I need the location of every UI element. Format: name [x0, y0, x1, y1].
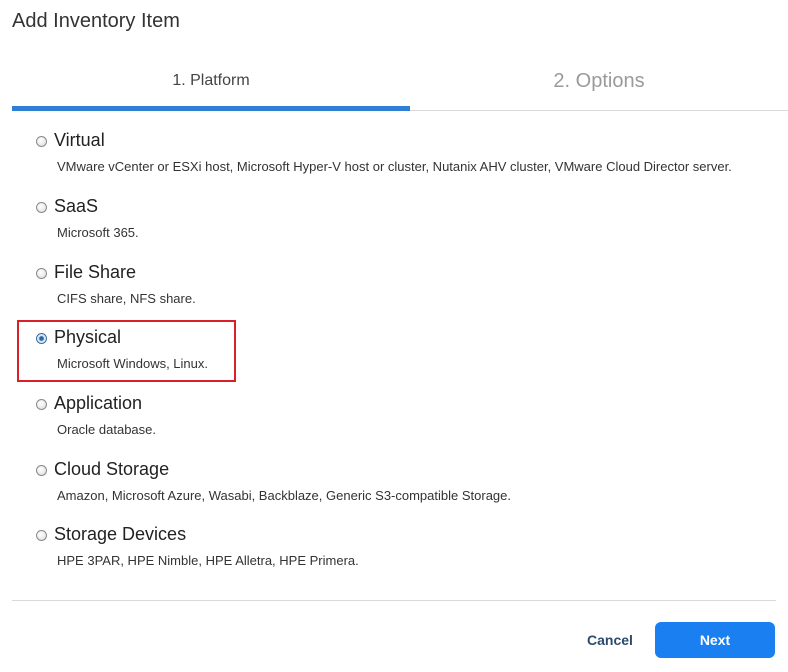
radio-storage-devices[interactable] — [36, 530, 47, 541]
next-button[interactable]: Next — [655, 622, 775, 658]
option-application[interactable]: Application Oracle database. — [36, 393, 788, 453]
radio-file-share[interactable] — [36, 268, 47, 279]
radio-saas[interactable] — [36, 202, 47, 213]
active-tab-indicator — [12, 106, 410, 111]
option-label: SaaS — [54, 196, 99, 216]
dialog-title: Add Inventory Item — [12, 10, 180, 32]
wizard-tabs: 1. Platform 2. Options — [12, 58, 788, 111]
option-label: File Share — [54, 262, 137, 282]
tab-platform[interactable]: 1. Platform — [12, 58, 410, 104]
option-label: Application — [54, 393, 143, 413]
selection-highlight-box — [17, 320, 236, 382]
option-label: Virtual — [54, 130, 105, 150]
radio-cloud-storage[interactable] — [36, 465, 47, 476]
tab-options[interactable]: 2. Options — [410, 58, 788, 104]
radio-virtual[interactable] — [36, 136, 47, 147]
option-description: HPE 3PAR, HPE Nimble, HPE Alletra, HPE P… — [57, 553, 359, 568]
option-description: Microsoft 365. — [57, 225, 139, 240]
option-virtual[interactable]: Virtual VMware vCenter or ESXi host, Mic… — [36, 130, 788, 190]
footer-divider — [12, 600, 776, 601]
cancel-button[interactable]: Cancel — [578, 628, 642, 652]
option-cloud-storage[interactable]: Cloud Storage Amazon, Microsoft Azure, W… — [36, 459, 788, 519]
option-file-share[interactable]: File Share CIFS share, NFS share. — [36, 262, 788, 322]
radio-application[interactable] — [36, 399, 47, 410]
option-storage-devices[interactable]: Storage Devices HPE 3PAR, HPE Nimble, HP… — [36, 524, 788, 584]
option-saas[interactable]: SaaS Microsoft 365. — [36, 196, 788, 256]
add-inventory-dialog: Add Inventory Item 1. Platform 2. Option… — [0, 0, 788, 672]
option-description: CIFS share, NFS share. — [57, 291, 196, 306]
option-description: VMware vCenter or ESXi host, Microsoft H… — [57, 159, 732, 174]
option-description: Oracle database. — [57, 422, 157, 437]
option-label: Storage Devices — [54, 524, 187, 544]
option-description: Amazon, Microsoft Azure, Wasabi, Backbla… — [57, 488, 511, 503]
option-label: Cloud Storage — [54, 459, 170, 479]
